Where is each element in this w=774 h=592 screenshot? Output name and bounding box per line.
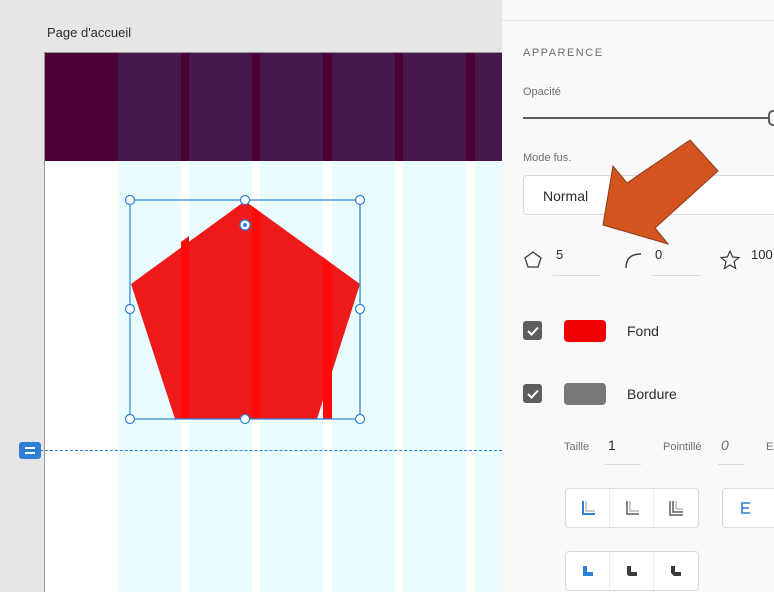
annotation-arrow-layer <box>602 139 719 245</box>
app-window: Page d'accueil APPARENCE Opacité Mode fu… <box>0 0 774 592</box>
annotation-arrow-icon <box>602 139 719 245</box>
